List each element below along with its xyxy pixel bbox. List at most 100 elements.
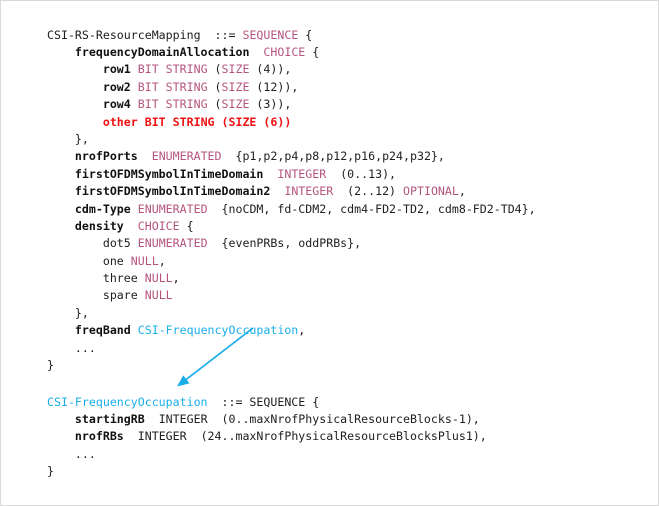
code-token: ::= SEQUENCE { [207, 394, 320, 409]
code-token: startingRB [74, 411, 145, 426]
code-line: CSI-RS-ResourceMapping ::= SEQUENCE { [47, 27, 536, 44]
code-token: } [47, 464, 54, 479]
code-token: { [298, 27, 313, 42]
code-token: BIT STRING [137, 79, 208, 94]
code-token: (4)), [249, 62, 292, 77]
code-token: three [102, 271, 138, 286]
code-token: , [172, 271, 180, 286]
code-line: freqBand CSI-FrequencyOccupation, [47, 322, 536, 339]
code-token: cdm-Type [74, 201, 131, 216]
code-token: (3)), [249, 97, 292, 112]
code-token: ENUMERATED [151, 149, 222, 164]
code-token: OPTIONAL [403, 184, 459, 199]
code-token: , [458, 184, 466, 199]
code-token: {noCDM, fd-CDM2, cdm4-FD2-TD2, cdm8-FD2-… [207, 201, 536, 216]
code-token: ... [47, 340, 96, 355]
code-line: dot5 ENUMERATED {evenPRBs, oddPRBs}, [47, 235, 536, 252]
code-token: CSI-FrequencyOccupation [47, 394, 208, 409]
code-token: NULL [144, 271, 173, 286]
code-listing-page: CSI-RS-ResourceMapping ::= SEQUENCE { fr… [0, 0, 659, 506]
code-line: nrofRBs INTEGER (24..maxNrofPhysicalReso… [47, 428, 487, 445]
code-line: }, [47, 131, 536, 148]
code-token: ::= [214, 27, 236, 42]
code-token: firstOFDMSymbolInTimeDomain [74, 166, 264, 181]
code-token: CSI-RS-ResourceMapping [47, 27, 201, 42]
code-token: BIT STRING [137, 97, 208, 112]
code-block-csi-frequency-occupation: CSI-FrequencyOccupation ::= SEQUENCE { s… [47, 394, 487, 481]
code-token: {p1,p2,p4,p8,p12,p16,p24,p32}, [221, 149, 445, 164]
code-token: SEQUENCE [242, 27, 299, 42]
code-line: other BIT STRING (SIZE (6)) [47, 114, 536, 131]
code-token: }, [47, 305, 89, 320]
code-token: ENUMERATED [137, 201, 208, 216]
code-token: CHOICE [263, 44, 306, 59]
code-line: cdm-Type ENUMERATED {noCDM, fd-CDM2, cdm… [47, 201, 536, 218]
code-line: ... [47, 340, 536, 357]
code-token: other BIT STRING (SIZE (6)) [102, 114, 292, 129]
code-token: CSI-FrequencyOccupation [137, 323, 299, 338]
code-token: row1 [102, 62, 131, 77]
code-token: (12)), [249, 79, 299, 94]
code-token: (2..12) [333, 184, 404, 199]
code-token: NULL [144, 288, 173, 303]
code-token: }, [47, 131, 89, 146]
code-line: row4 BIT STRING (SIZE (3)), [47, 96, 536, 113]
code-token: ENUMERATED [137, 236, 208, 251]
code-line: } [47, 357, 536, 374]
code-token: , [298, 323, 306, 338]
code-line: firstOFDMSymbolInTimeDomain INTEGER (0..… [47, 166, 536, 183]
code-token: INTEGER (0..maxNrofPhysicalResourceBlock… [144, 411, 480, 426]
code-token: row4 [102, 97, 131, 112]
code-token: dot5 [102, 236, 131, 251]
code-line: } [47, 463, 487, 480]
code-token: CHOICE [137, 218, 180, 233]
code-line: CSI-FrequencyOccupation ::= SEQUENCE { [47, 394, 487, 411]
code-token: { [179, 218, 194, 233]
code-token: NULL [130, 253, 159, 268]
code-token: frequencyDomainAllocation [74, 44, 250, 59]
code-token: INTEGER [284, 184, 334, 199]
code-token: INTEGER [277, 166, 327, 181]
code-token: INTEGER (24..maxNrofPhysicalResourceBloc… [123, 429, 487, 444]
code-token: firstOFDMSymbolInTimeDomain2 [74, 184, 271, 199]
code-token: (0..13), [326, 166, 397, 181]
code-token: density [74, 218, 124, 233]
code-token: BIT STRING [137, 62, 208, 77]
code-line: row1 BIT STRING (SIZE (4)), [47, 61, 536, 78]
code-line: frequencyDomainAllocation CHOICE { [47, 44, 536, 61]
code-token: SIZE [221, 79, 250, 94]
code-token: { [305, 44, 320, 59]
code-token: spare [102, 288, 138, 303]
code-line: ... [47, 446, 487, 463]
code-token: nrofRBs [74, 429, 124, 444]
code-line: }, [47, 305, 536, 322]
code-line: spare NULL [47, 287, 536, 304]
code-token: ( [214, 79, 222, 94]
code-token: row2 [102, 79, 131, 94]
